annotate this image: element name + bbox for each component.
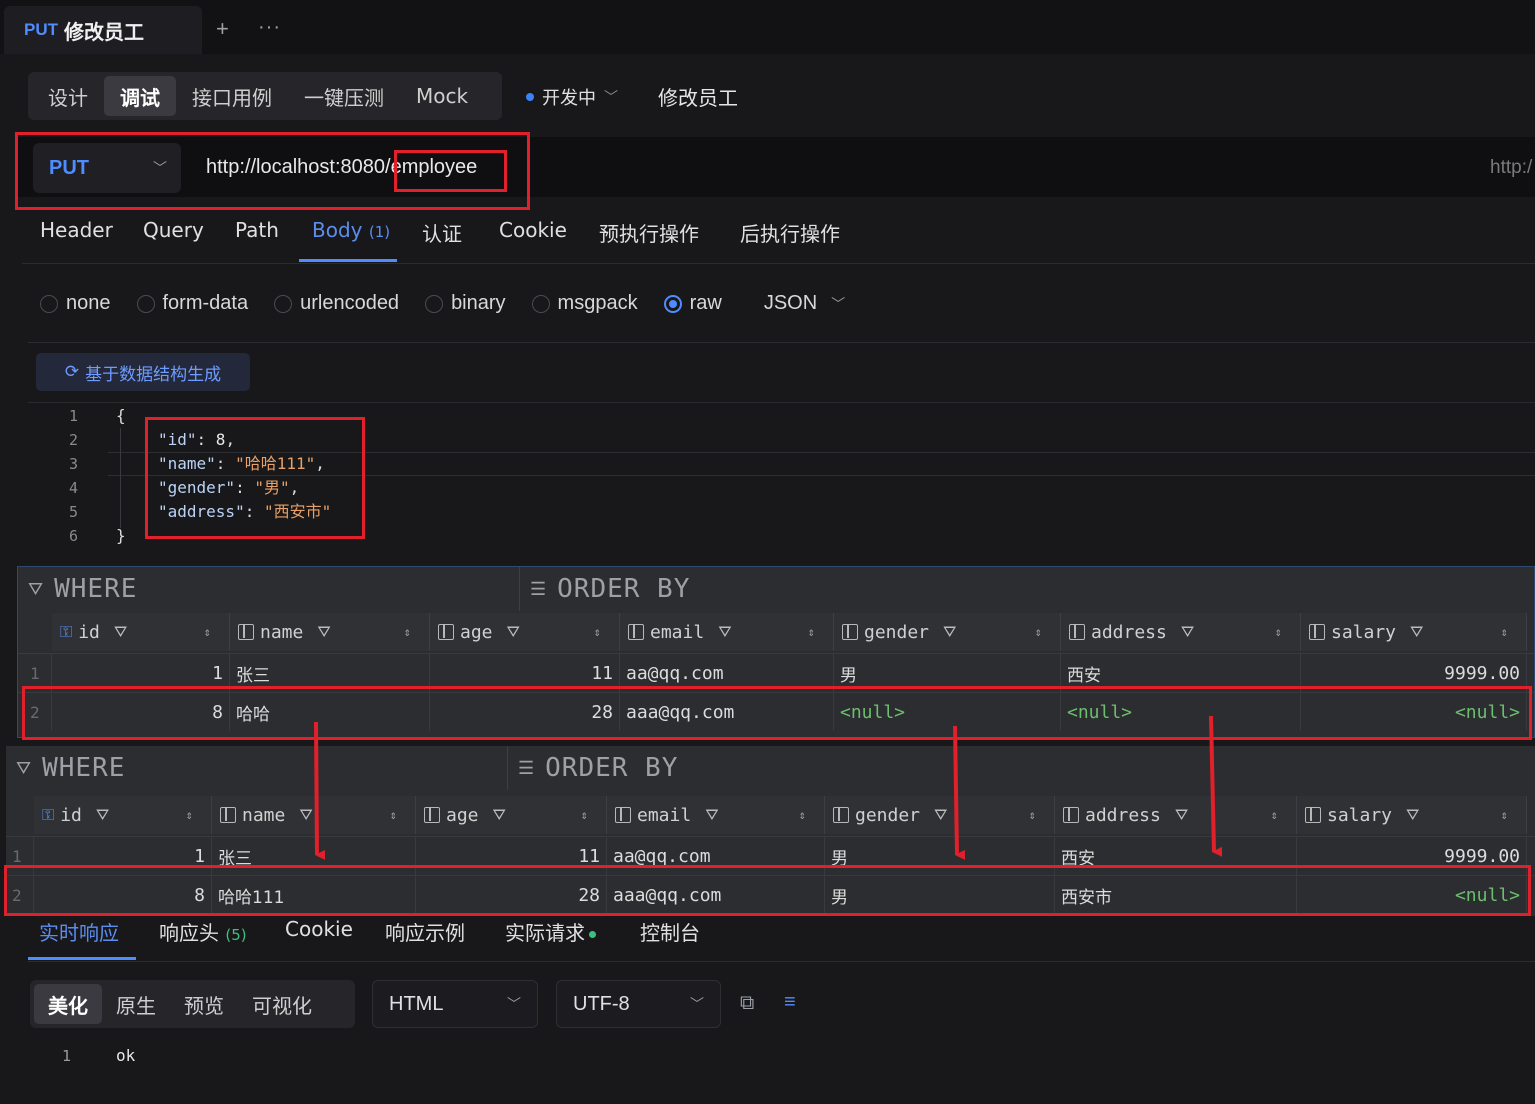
annotation-arrow-name	[314, 721, 326, 860]
annotation-arrows	[314, 715, 1223, 860]
annotation-arrow-address	[1209, 715, 1223, 857]
annotation-arrow-gender	[953, 725, 966, 860]
